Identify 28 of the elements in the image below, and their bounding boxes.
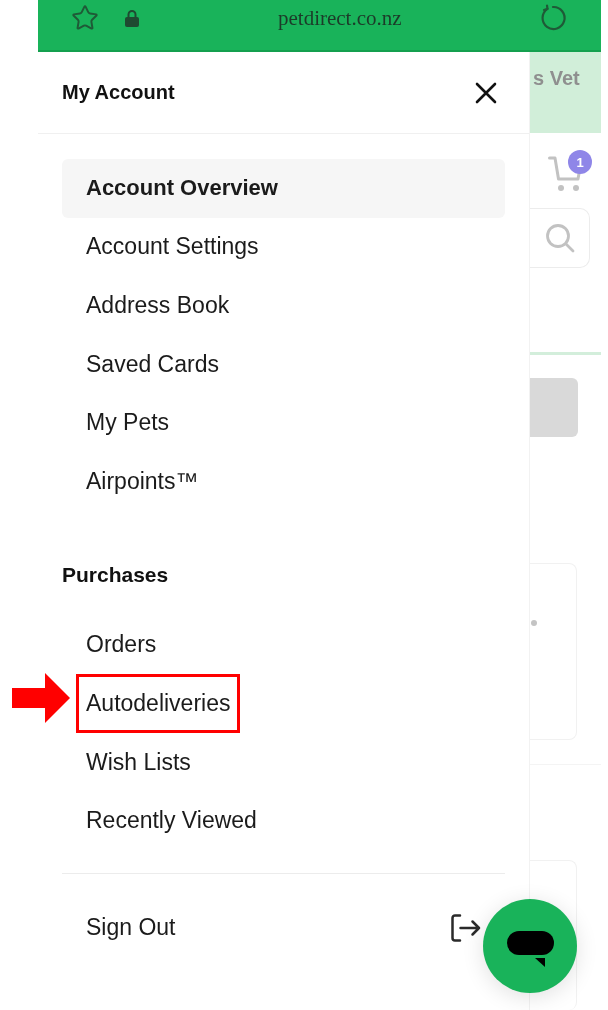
menu-item[interactable]: Address Book (62, 276, 254, 335)
menu-item[interactable]: Autodeliveries (76, 674, 241, 733)
sign-out-button[interactable]: Sign Out (62, 873, 481, 982)
lock-icon (125, 9, 139, 27)
sign-out-icon (451, 913, 481, 942)
menu-item[interactable]: Saved Cards (62, 334, 243, 394)
cart-badge: 1 (568, 150, 592, 174)
menu-item[interactable]: My Pets (62, 393, 194, 452)
banner-text: s Vet (533, 67, 580, 89)
chat-icon (506, 930, 554, 967)
close-icon[interactable] (475, 81, 497, 104)
drawer-title: My Account (62, 81, 175, 104)
reload-icon[interactable] (539, 4, 567, 32)
image-placeholder (530, 378, 578, 437)
url-text[interactable]: petdirect.co.nz (278, 5, 402, 31)
menu-item[interactable]: Recently Viewed (62, 791, 281, 850)
menu-item[interactable]: Account Settings (62, 217, 283, 277)
menu-item[interactable]: Orders (62, 615, 181, 675)
dot-icon (531, 620, 537, 626)
menu-item[interactable]: Airpoints™ (62, 451, 223, 511)
search-button[interactable] (530, 208, 590, 268)
star-icon[interactable] (71, 4, 99, 32)
cart-icon[interactable] (548, 155, 582, 192)
menu-item[interactable]: Account Overview (62, 159, 505, 218)
arrow-icon (12, 673, 70, 724)
section-heading: Purchases (62, 563, 169, 588)
search-icon (544, 223, 575, 253)
menu-item[interactable]: Wish Lists (62, 732, 215, 792)
